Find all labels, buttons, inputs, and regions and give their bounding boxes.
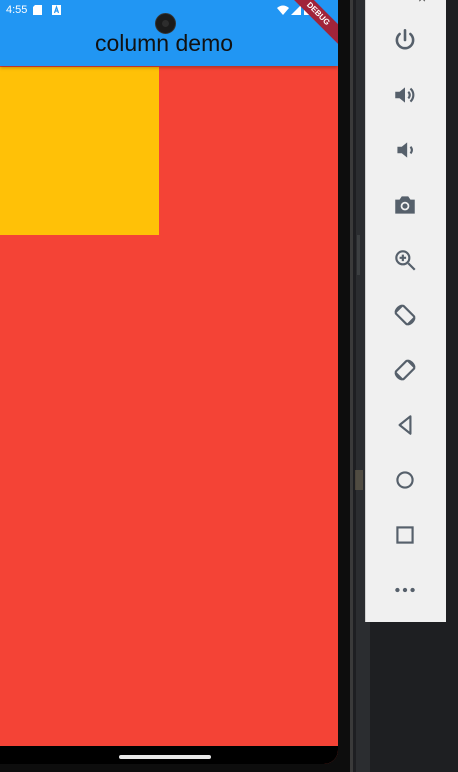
ide-scroll-marker bbox=[357, 235, 360, 275]
rotate-left-icon bbox=[394, 304, 416, 326]
phone-frame: 4:55 column demo DEBUG bbox=[0, 0, 353, 772]
signal-icon bbox=[291, 5, 301, 15]
camera-icon bbox=[395, 196, 415, 214]
page-title: column demo bbox=[94, 30, 234, 56]
screenshot-button[interactable] bbox=[390, 190, 420, 220]
more-button[interactable] bbox=[390, 575, 420, 605]
power-button[interactable] bbox=[390, 25, 420, 55]
volume-down-icon bbox=[397, 142, 413, 158]
yellow-box bbox=[0, 67, 159, 235]
status-time: 4:55 bbox=[6, 4, 28, 16]
rotate-right-button[interactable] bbox=[390, 355, 420, 385]
back-button[interactable] bbox=[390, 410, 420, 440]
home-button[interactable] bbox=[390, 465, 420, 495]
home-gesture-pill[interactable] bbox=[119, 755, 211, 759]
back-triangle-icon bbox=[398, 415, 412, 435]
overview-square-icon bbox=[396, 526, 414, 544]
rotate-left-button[interactable] bbox=[390, 300, 420, 330]
emulator-controls-panel: × bbox=[365, 0, 446, 622]
rotate-right-icon bbox=[394, 359, 416, 381]
sd-card-icon bbox=[33, 5, 42, 15]
volume-down-button[interactable] bbox=[390, 135, 420, 165]
power-icon bbox=[395, 28, 415, 50]
phone-screen: 4:55 column demo DEBUG bbox=[0, 0, 338, 764]
more-dots-icon bbox=[395, 587, 415, 593]
volume-up-button[interactable] bbox=[390, 80, 420, 110]
close-icon[interactable]: × bbox=[418, 0, 426, 6]
volume-up-icon bbox=[395, 87, 415, 103]
overview-button[interactable] bbox=[390, 520, 420, 550]
ide-marker bbox=[355, 470, 363, 490]
zoom-in-icon bbox=[395, 250, 416, 271]
wifi-icon bbox=[277, 5, 289, 15]
notification-a-icon bbox=[52, 5, 61, 15]
zoom-button[interactable] bbox=[390, 245, 420, 275]
app-bar: 4:55 column demo DEBUG bbox=[0, 0, 338, 66]
home-circle-icon bbox=[396, 471, 414, 489]
